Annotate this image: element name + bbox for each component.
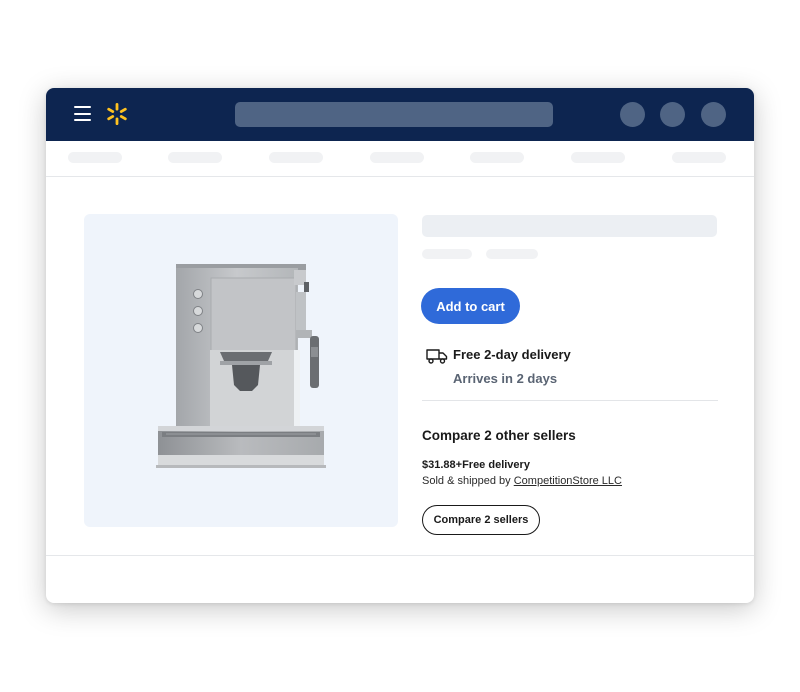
- espresso-machine-image: [156, 264, 326, 468]
- nav-item-4[interactable]: [370, 152, 424, 163]
- add-to-cart-button[interactable]: Add to cart: [421, 288, 520, 324]
- sold-by-prefix: Sold & shipped by: [422, 475, 514, 487]
- search-input[interactable]: [235, 102, 553, 127]
- nav-item-7[interactable]: [672, 152, 726, 163]
- site-header: [46, 88, 754, 141]
- rating-placeholder: [422, 249, 472, 259]
- reviews-placeholder: [486, 249, 538, 259]
- nav-item-1[interactable]: [68, 152, 122, 163]
- truck-icon: [426, 349, 448, 364]
- product-image[interactable]: [84, 214, 398, 527]
- nav-item-2[interactable]: [168, 152, 222, 163]
- product-title-placeholder: [422, 215, 717, 237]
- browser-window: Add to cart Free 2-day delivery Arrives …: [46, 88, 754, 603]
- nav-item-6[interactable]: [571, 152, 625, 163]
- header-action-1[interactable]: [620, 102, 645, 127]
- spark-logo-icon[interactable]: [106, 103, 128, 125]
- header-action-2[interactable]: [660, 102, 685, 127]
- seller-name-link[interactable]: CompetitionStore LLC: [514, 475, 622, 487]
- section-divider: [46, 555, 754, 556]
- hamburger-icon[interactable]: [74, 106, 91, 121]
- nav-item-5[interactable]: [470, 152, 524, 163]
- nav-item-3[interactable]: [269, 152, 323, 163]
- category-nav: [46, 141, 754, 177]
- sold-by-line: Sold & shipped by CompetitionStore LLC: [422, 475, 622, 487]
- compare-sellers-heading: Compare 2 other sellers: [422, 428, 576, 443]
- divider: [422, 400, 718, 401]
- delivery-title: Free 2-day delivery: [453, 347, 571, 362]
- header-action-3[interactable]: [701, 102, 726, 127]
- seller-price: $31.88+Free delivery: [422, 459, 530, 471]
- delivery-subtitle: Arrives in 2 days: [453, 371, 558, 386]
- compare-sellers-button[interactable]: Compare 2 sellers: [422, 505, 540, 535]
